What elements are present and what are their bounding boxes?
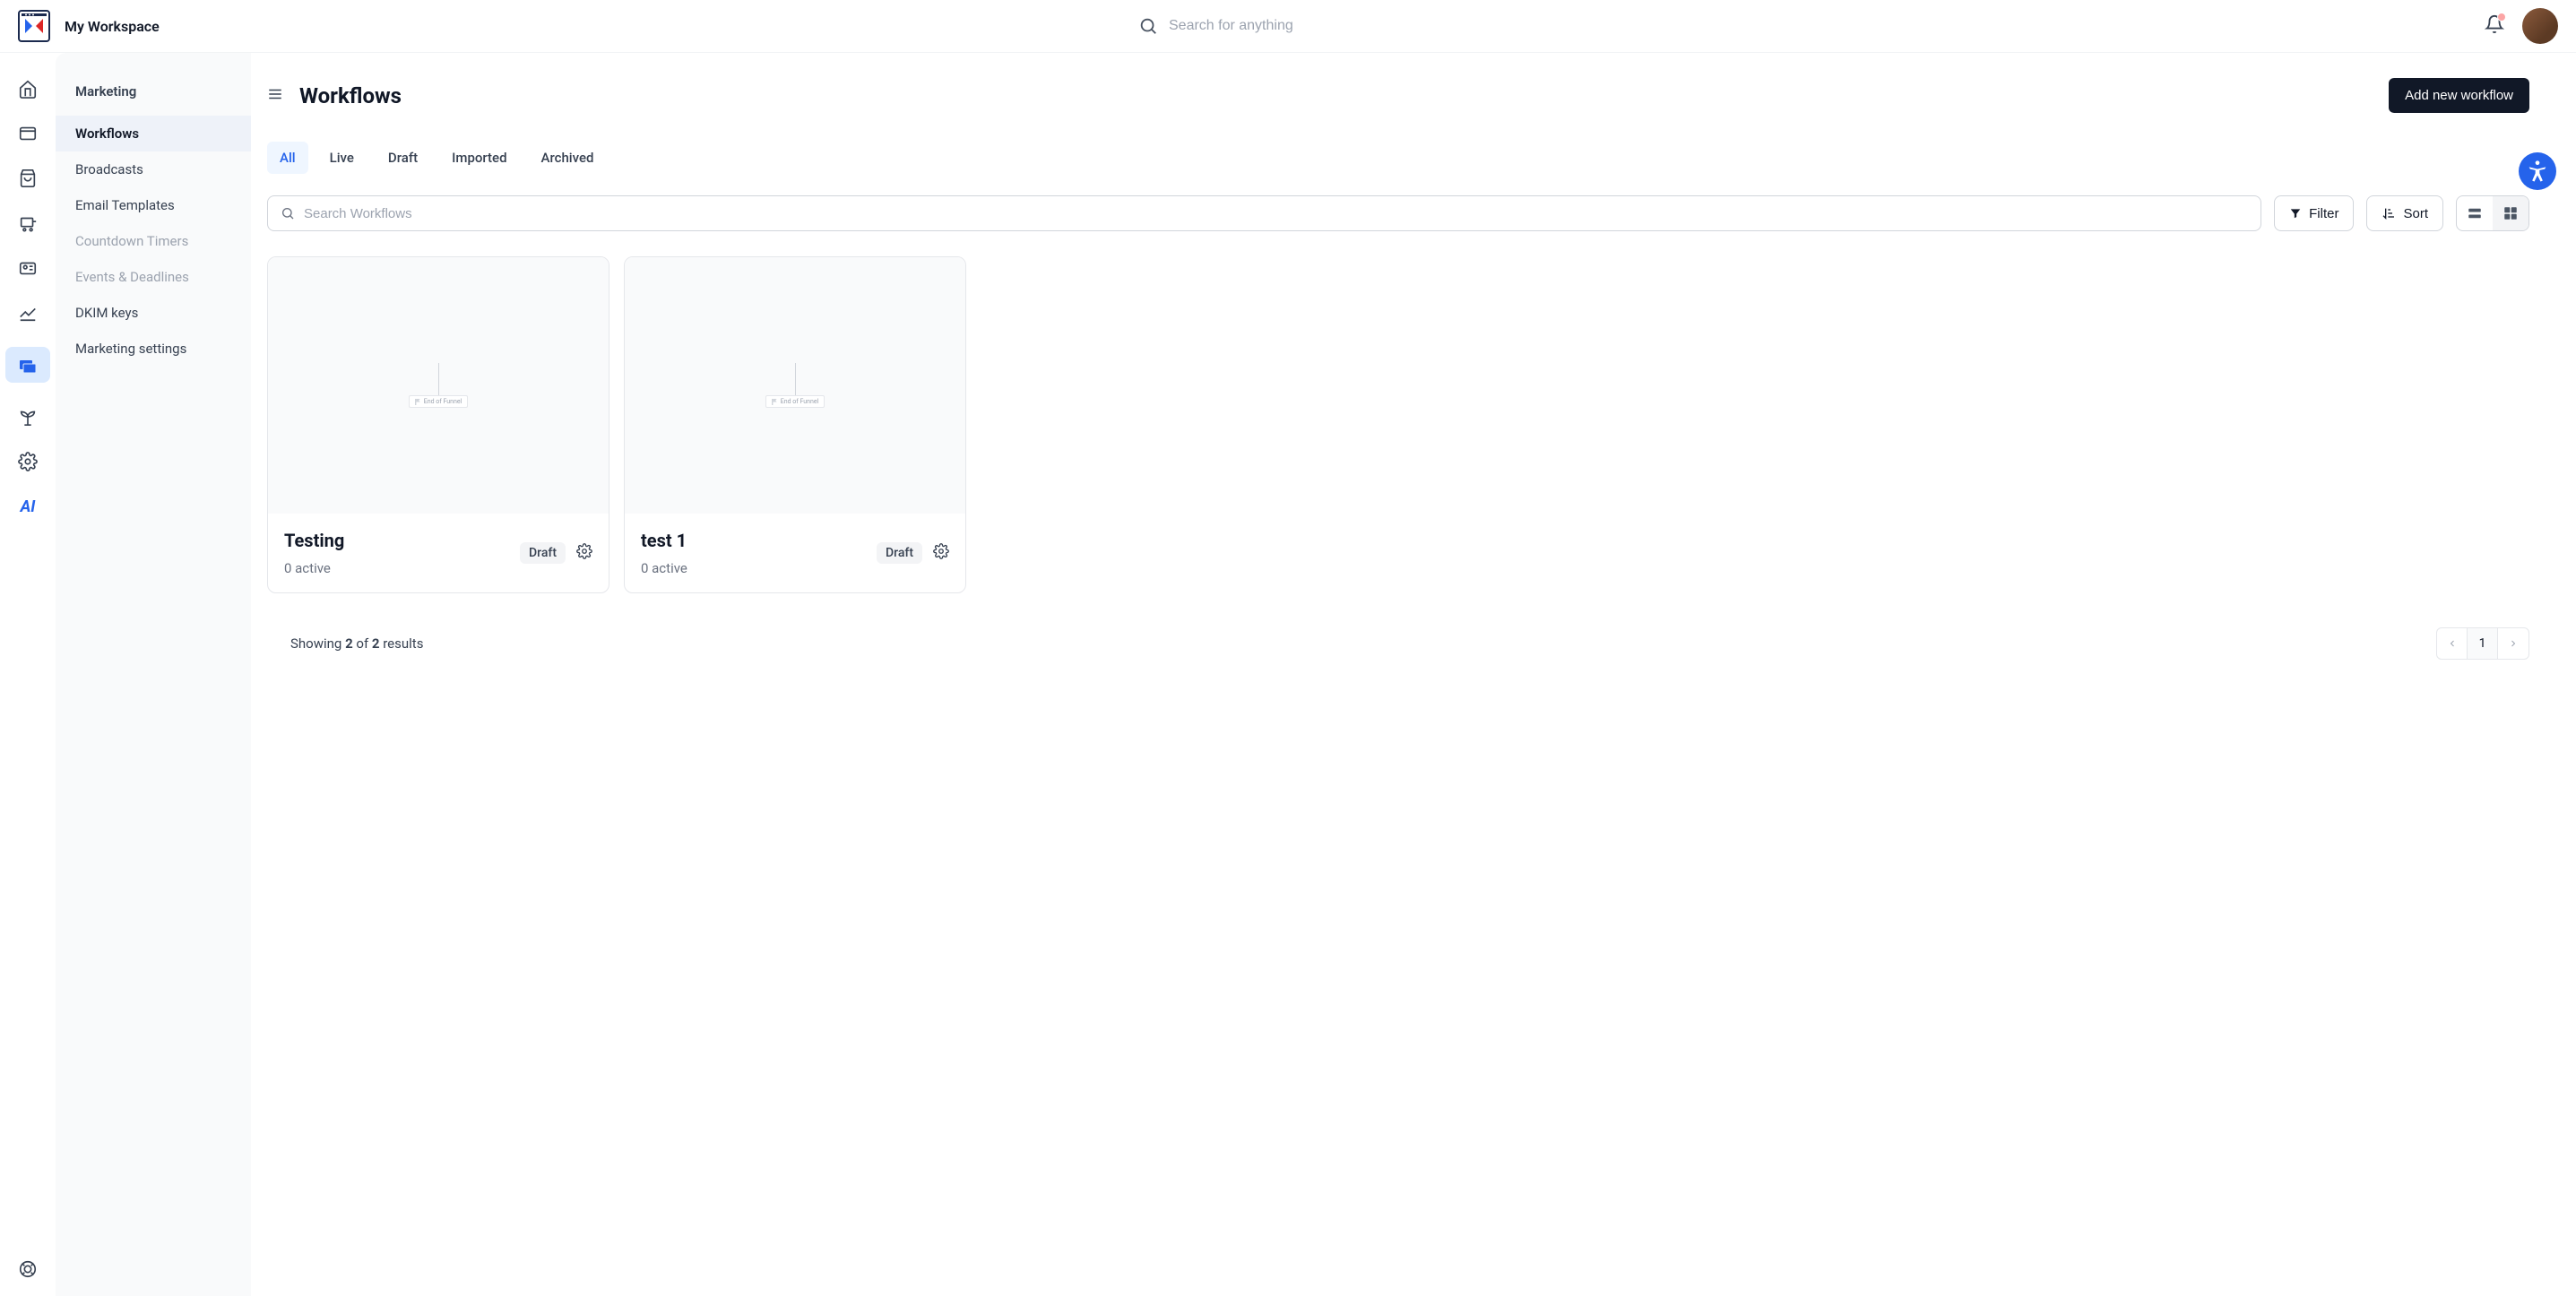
flag-icon: [415, 399, 421, 405]
main-content: Workflows Add new workflow All Live Draf…: [251, 53, 2576, 1296]
sidebar-title: Marketing: [56, 83, 251, 116]
window-icon: [18, 124, 38, 143]
card-title: test 1: [641, 530, 877, 551]
nav-settings[interactable]: [17, 451, 39, 472]
card-active-count: 0 active: [284, 560, 520, 576]
workflow-search[interactable]: [267, 195, 2261, 231]
workspace-name[interactable]: My Workspace: [65, 18, 160, 35]
preview-end-label: End of Funnel: [409, 395, 469, 408]
nav-ai[interactable]: AI: [17, 496, 39, 517]
accessibility-icon: [2525, 159, 2550, 184]
sidebar-toggle[interactable]: [267, 86, 283, 106]
analytics-icon: [18, 303, 38, 323]
next-page-button[interactable]: [2498, 628, 2528, 659]
sort-button[interactable]: Sort: [2366, 195, 2443, 231]
nav-home[interactable]: [17, 78, 39, 99]
sidebar-item-workflows[interactable]: Workflows: [56, 116, 251, 151]
nav-growth[interactable]: [17, 406, 39, 428]
nav-marketing[interactable]: [5, 347, 50, 383]
notifications-button[interactable]: [2485, 14, 2504, 38]
pagination: 1: [2436, 627, 2529, 660]
chevron-right-icon: [2508, 638, 2519, 649]
sidebar-item-countdown-timers: Countdown Timers: [56, 223, 251, 259]
tab-archived[interactable]: Archived: [529, 142, 607, 174]
sidebar-item-marketing-settings[interactable]: Marketing settings: [56, 331, 251, 367]
workflow-cards: End of Funnel Testing 0 active Draft: [267, 256, 2529, 593]
card-active-count: 0 active: [641, 560, 877, 576]
hamburger-icon: [267, 86, 283, 102]
nav-contacts[interactable]: [17, 257, 39, 279]
status-badge: Draft: [877, 542, 922, 564]
sidebar-item-dkim-keys[interactable]: DKIM keys: [56, 295, 251, 331]
nav-analytics[interactable]: [17, 302, 39, 324]
prev-page-button[interactable]: [2437, 628, 2468, 659]
gear-icon: [933, 543, 949, 559]
preview-end-label: End of Funnel: [765, 395, 826, 408]
top-header: My Workspace: [0, 0, 2576, 53]
filter-label: Filter: [2309, 206, 2338, 221]
tab-all[interactable]: All: [267, 142, 308, 174]
notification-dot: [2497, 13, 2506, 22]
app-logo[interactable]: [18, 10, 50, 42]
tab-live[interactable]: Live: [317, 142, 367, 174]
contact-card-icon: [18, 258, 38, 278]
results-text: Showing 2 of 2 results: [290, 635, 423, 652]
sidebar-item-events-deadlines: Events & Deadlines: [56, 259, 251, 295]
list-icon: [2467, 205, 2483, 221]
tab-draft[interactable]: Draft: [376, 142, 430, 174]
sidebar-item-broadcasts[interactable]: Broadcasts: [56, 151, 251, 187]
settings-icon: [18, 452, 38, 471]
flag-icon: [772, 399, 778, 405]
help-icon: [18, 1259, 38, 1279]
search-icon: [281, 206, 295, 220]
plant-icon: [18, 407, 38, 427]
global-search[interactable]: [1138, 16, 1438, 36]
global-search-input[interactable]: [1169, 18, 1438, 34]
card-preview: End of Funnel: [625, 257, 965, 514]
card-title: Testing: [284, 530, 520, 551]
status-badge: Draft: [520, 542, 566, 564]
nav-products[interactable]: [17, 168, 39, 189]
filter-button[interactable]: Filter: [2274, 195, 2354, 231]
workflow-search-input[interactable]: [304, 206, 2248, 221]
secondary-sidebar: Marketing Workflows Broadcasts Email Tem…: [56, 53, 251, 1296]
workflow-card[interactable]: End of Funnel test 1 0 active Draft: [624, 256, 966, 593]
grid-icon: [2503, 205, 2519, 221]
card-settings-button[interactable]: [576, 543, 592, 563]
nav-pages[interactable]: [17, 123, 39, 144]
tab-imported[interactable]: Imported: [439, 142, 519, 174]
card-preview: End of Funnel: [268, 257, 609, 514]
accessibility-button[interactable]: [2519, 152, 2556, 190]
sidebar-item-email-templates[interactable]: Email Templates: [56, 187, 251, 223]
logo-icon: [22, 13, 47, 39]
card-settings-button[interactable]: [933, 543, 949, 563]
cart-icon: [18, 213, 38, 233]
page-title: Workflows: [299, 83, 402, 108]
icon-rail: AI: [0, 53, 56, 1296]
filter-tabs: All Live Draft Imported Archived: [267, 142, 2529, 174]
nav-help[interactable]: [17, 1258, 39, 1280]
filter-icon: [2289, 207, 2302, 220]
page-number[interactable]: 1: [2468, 628, 2498, 659]
sort-label: Sort: [2403, 206, 2428, 221]
chevron-left-icon: [2447, 638, 2458, 649]
list-view-button[interactable]: [2457, 196, 2493, 230]
workflow-card[interactable]: End of Funnel Testing 0 active Draft: [267, 256, 609, 593]
gear-icon: [576, 543, 592, 559]
sort-icon: [2382, 206, 2396, 220]
shopping-bag-icon: [18, 168, 38, 188]
search-icon: [1138, 16, 1158, 36]
grid-view-button[interactable]: [2493, 196, 2528, 230]
view-toggle: [2456, 195, 2529, 231]
nav-orders[interactable]: [17, 212, 39, 234]
email-icon: [17, 354, 39, 376]
home-icon: [18, 79, 38, 99]
add-workflow-button[interactable]: Add new workflow: [2389, 78, 2529, 113]
user-avatar[interactable]: [2522, 8, 2558, 44]
